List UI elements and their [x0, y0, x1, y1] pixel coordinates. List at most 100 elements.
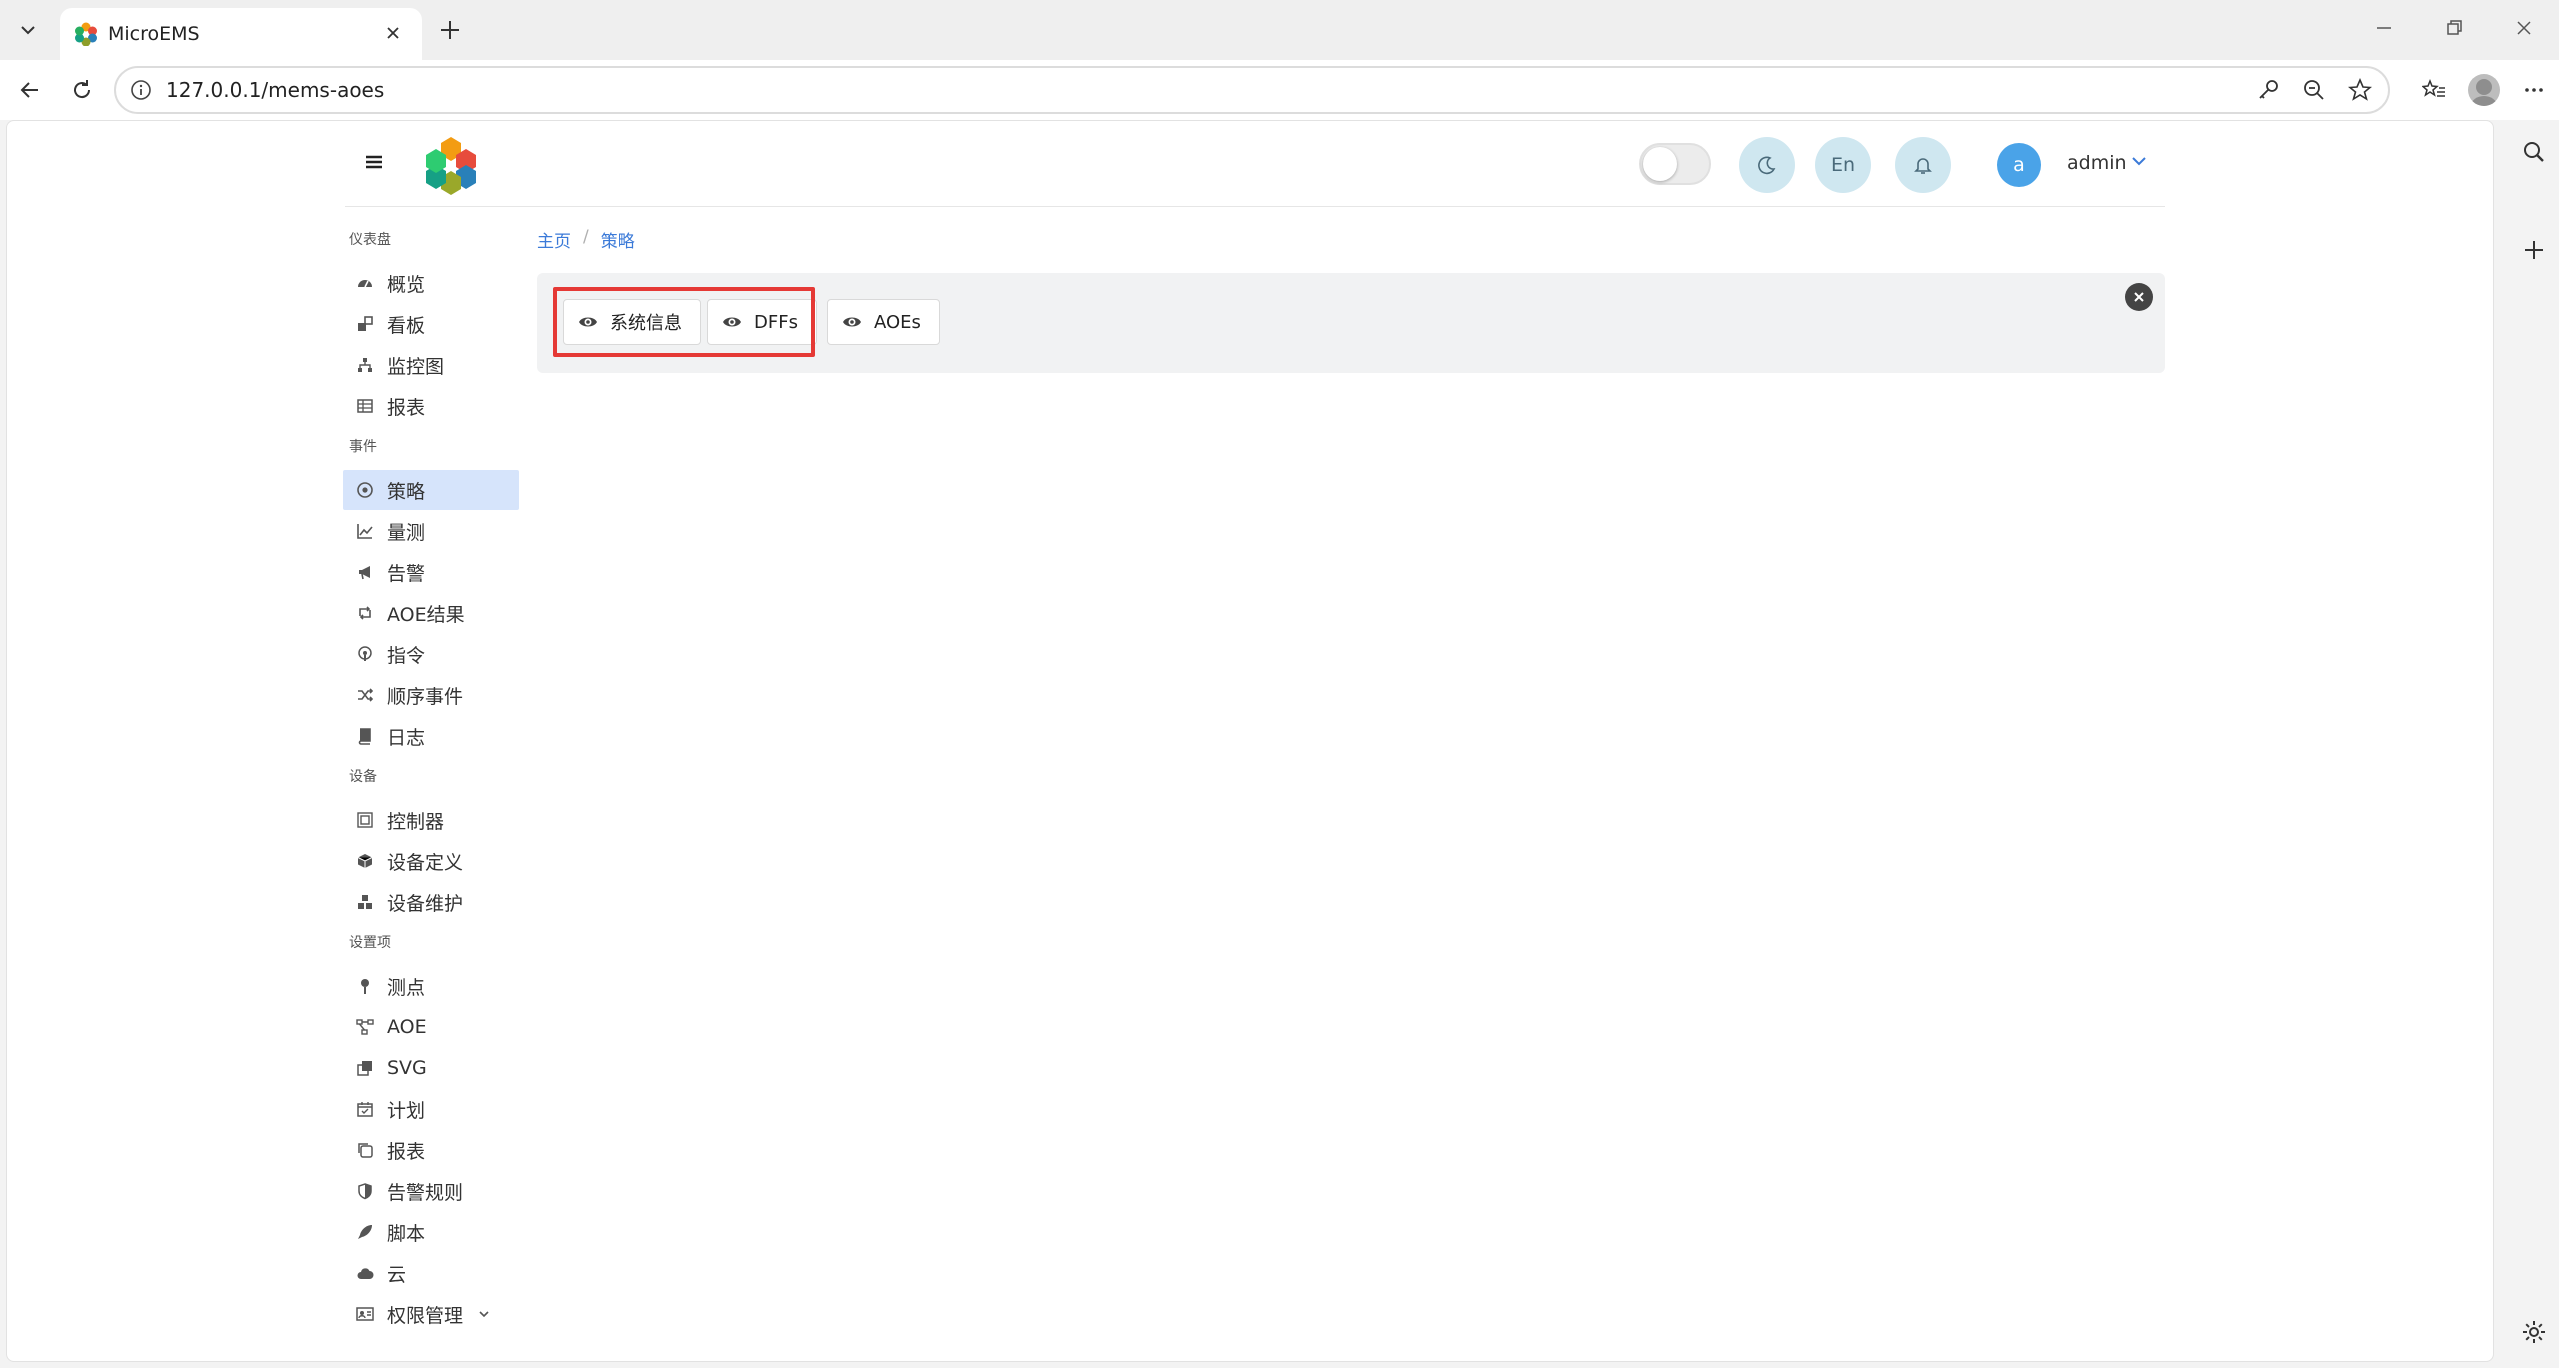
strategy-toolbar: 系统信息 DFFs AOEs: [537, 273, 2165, 373]
minimize-icon[interactable]: [2349, 0, 2419, 56]
new-tab-plus-icon[interactable]: [432, 12, 468, 48]
menu-item-script[interactable]: 脚本: [343, 1212, 519, 1252]
menu-label: 监控图: [387, 355, 445, 378]
menu-label: 告警: [387, 562, 426, 585]
tab-close-icon[interactable]: [378, 18, 408, 48]
back-arrow-icon[interactable]: [12, 72, 48, 108]
add-plus-icon[interactable]: [2516, 232, 2552, 268]
line-chart-icon: [355, 521, 375, 541]
search-icon[interactable]: [2516, 134, 2552, 170]
close-circle-icon[interactable]: [2125, 283, 2153, 311]
favorite-star-icon[interactable]: [2346, 76, 2374, 104]
menu-label: 设备维护: [387, 892, 464, 915]
menu-label: 指令: [387, 644, 426, 667]
menu-item-monitor-diagram[interactable]: 监控图: [343, 345, 519, 385]
favorites-list-icon[interactable]: [2409, 65, 2459, 115]
dashboard-gauge-icon: [355, 273, 375, 293]
menu-item-overview[interactable]: 概览: [343, 263, 519, 303]
menu-item-cloud[interactable]: 云: [343, 1253, 519, 1293]
breadcrumb-separator: /: [583, 227, 589, 247]
menu-label: 控制器: [387, 810, 445, 833]
hamburger-menu-icon[interactable]: [363, 151, 389, 177]
address-bar[interactable]: 127.0.0.1/mems-aoes: [114, 66, 2390, 114]
cloud-icon: [355, 1263, 375, 1283]
menu-item-report-setting[interactable]: 报表: [343, 1130, 519, 1170]
menu-item-strategy[interactable]: 策略: [343, 470, 519, 510]
menu-item-aoe[interactable]: AOE: [343, 1007, 519, 1047]
cubes-icon: [355, 892, 375, 912]
menu-item-aoe-result[interactable]: AOE结果: [343, 593, 519, 633]
restore-icon[interactable]: [2419, 0, 2489, 56]
sidebar-menu: 仪表盘 概览 看板 监控图 报表 事件 策略 量测 告警 AOE结果 指令 顺序…: [343, 219, 519, 1335]
menu-item-alarm-rules[interactable]: 告警规则: [343, 1171, 519, 1211]
aoes-button[interactable]: AOEs: [827, 299, 940, 345]
settings-gear-icon[interactable]: [2516, 1314, 2552, 1350]
menu-label: 概览: [387, 273, 426, 296]
menu-label: 看板: [387, 314, 426, 337]
target-circle-icon: [355, 480, 375, 500]
app-header: En a admin: [345, 121, 2165, 207]
menu-label: 策略: [387, 480, 426, 503]
menu-item-device-definition[interactable]: 设备定义: [343, 841, 519, 881]
notification-bell-icon[interactable]: [1895, 137, 1951, 193]
dark-mode-moon-icon[interactable]: [1739, 137, 1795, 193]
chevron-down-icon[interactable]: [477, 1306, 493, 1322]
menu-item-plan[interactable]: 计划: [343, 1089, 519, 1129]
browser-toolbar: 127.0.0.1/mems-aoes: [0, 60, 2559, 120]
menu-label: 报表: [387, 396, 426, 419]
menu-label: 计划: [387, 1099, 426, 1122]
chevron-down-icon[interactable]: [2129, 151, 2151, 173]
button-label: AOEs: [874, 311, 921, 333]
podcast-icon: [355, 644, 375, 664]
page-viewport: En a admin 仪表盘 概览 看板 监控图 报表 事件 策略 量测 告警 …: [6, 120, 2494, 1362]
breadcrumb-current[interactable]: 策略: [601, 227, 635, 252]
menu-item-device-maintenance[interactable]: 设备维护: [343, 882, 519, 922]
browser-tab-active[interactable]: MicroEMS: [60, 8, 422, 60]
highlight-annotation-box: [553, 287, 815, 357]
book-icon: [355, 726, 375, 746]
profile-avatar-icon[interactable]: [2459, 65, 2509, 115]
app-logo[interactable]: [421, 135, 481, 195]
theme-toggle-switch[interactable]: [1639, 143, 1711, 185]
menu-item-board[interactable]: 看板: [343, 304, 519, 344]
menu-item-measurement[interactable]: 量测: [343, 511, 519, 551]
menu-label: AOE结果: [387, 603, 465, 626]
breadcrumb-home-link[interactable]: 主页: [537, 227, 571, 252]
section-title-settings: 设置项: [349, 935, 391, 951]
menu-item-alarm[interactable]: 告警: [343, 552, 519, 592]
menu-item-permission[interactable]: 权限管理: [343, 1294, 519, 1334]
menu-label: 脚本: [387, 1222, 426, 1245]
menu-item-measure-point[interactable]: 测点: [343, 966, 519, 1006]
project-diagram-icon: [355, 1017, 375, 1037]
id-card-icon: [355, 1304, 375, 1324]
clone-icon: [355, 1058, 375, 1078]
tab-title: MicroEMS: [108, 23, 200, 45]
zoom-out-icon[interactable]: [2300, 76, 2328, 104]
menu-item-sequence-event[interactable]: 顺序事件: [343, 675, 519, 715]
menu-label: SVG: [387, 1057, 427, 1079]
menu-item-command[interactable]: 指令: [343, 634, 519, 674]
window-close-icon[interactable]: [2489, 0, 2559, 56]
window-controls: [2349, 0, 2559, 56]
password-key-icon[interactable]: [2254, 76, 2282, 104]
reload-icon[interactable]: [64, 72, 100, 108]
username-label[interactable]: admin: [2067, 152, 2127, 174]
menu-label: 设备定义: [387, 851, 464, 874]
user-avatar[interactable]: a: [1997, 143, 2041, 187]
menu-item-report[interactable]: 报表: [343, 386, 519, 426]
browser-tabbar: MicroEMS: [0, 0, 2559, 60]
menu-label: 日志: [387, 726, 426, 749]
menu-item-svg[interactable]: SVG: [343, 1048, 519, 1088]
section-title-devices: 设备: [349, 769, 377, 785]
url-text: 127.0.0.1/mems-aoes: [166, 78, 385, 102]
tab-list-chevron-icon[interactable]: [10, 12, 46, 48]
more-options-icon[interactable]: [2509, 65, 2559, 115]
megaphone-icon: [355, 562, 375, 582]
site-info-icon[interactable]: [130, 79, 152, 101]
menu-item-log[interactable]: 日志: [343, 716, 519, 756]
map-pin-icon: [355, 976, 375, 996]
language-button[interactable]: En: [1815, 137, 1871, 193]
edge-sidebar: [2509, 120, 2559, 1368]
menu-item-controller[interactable]: 控制器: [343, 800, 519, 840]
breadcrumb: 主页 / 策略: [537, 227, 635, 252]
